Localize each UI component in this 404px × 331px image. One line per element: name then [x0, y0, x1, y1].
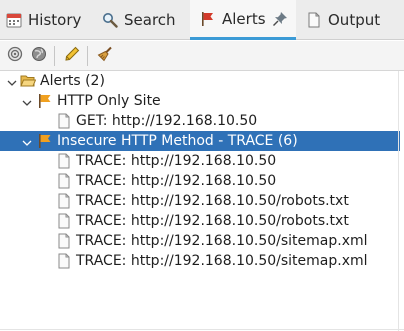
document-icon: [56, 233, 72, 249]
tree-node-instance[interactable]: GET: http://192.168.10.50: [0, 111, 400, 131]
chevron-down-icon[interactable]: [22, 136, 32, 146]
tree-node-instance[interactable]: TRACE: http://192.168.10.50: [0, 151, 400, 171]
tree-node-instance[interactable]: TRACE: http://192.168.10.50: [0, 171, 400, 191]
document-icon: [56, 213, 72, 229]
document-icon: [56, 153, 72, 169]
alert-flag-orange-icon: [37, 133, 53, 149]
globe-button[interactable]: [29, 46, 49, 66]
broom-icon: [97, 46, 113, 66]
document-icon: [56, 173, 72, 189]
tree-node-alert-selected[interactable]: Insecure HTTP Method - TRACE (6): [0, 131, 400, 151]
tab-alerts[interactable]: Alerts: [190, 0, 296, 40]
delete-alerts-button[interactable]: [95, 46, 115, 66]
tree-node-label: TRACE: http://192.168.10.50/robots.txt: [76, 193, 349, 209]
alerts-tree[interactable]: Alerts (2) HTTP Only Site GET: http://19…: [0, 71, 404, 331]
tree-node-instance[interactable]: TRACE: http://192.168.10.50/robots.txt: [0, 211, 400, 231]
tree-node-instance[interactable]: TRACE: http://192.168.10.50/sitemap.xml: [0, 231, 400, 251]
tab-search[interactable]: Search: [102, 0, 186, 40]
tree-node-label: TRACE: http://192.168.10.50/robots.txt: [76, 213, 349, 229]
tab-output[interactable]: Output: [306, 0, 396, 40]
tab-history[interactable]: History: [6, 0, 96, 40]
tree-node-label: TRACE: http://192.168.10.50: [76, 173, 277, 189]
alerts-panel: History Search Alerts Output Alerts (2) …: [0, 0, 404, 331]
filter-icon: [7, 46, 23, 66]
tree-node-label: HTTP Only Site: [57, 93, 161, 109]
alerts-toolbar: [0, 41, 404, 71]
tree-node-instance[interactable]: TRACE: http://192.168.10.50/robots.txt: [0, 191, 400, 211]
alert-flag-icon: [200, 11, 216, 27]
tree-node-alert[interactable]: HTTP Only Site: [0, 91, 400, 111]
search-icon: [102, 12, 118, 28]
tree-node-label: TRACE: http://192.168.10.50: [76, 153, 277, 169]
tab-output-label: Output: [328, 11, 381, 29]
history-icon: [6, 12, 22, 28]
tab-alerts-label: Alerts: [222, 9, 266, 28]
document-icon: [56, 253, 72, 269]
tab-history-label: History: [28, 11, 82, 29]
tree-node-label: Insecure HTTP Method - TRACE (6): [57, 133, 298, 149]
toolbar-separator: [54, 46, 55, 66]
edit-icon: [64, 46, 80, 66]
alert-flag-orange-icon: [37, 93, 53, 109]
tree-node-root[interactable]: Alerts (2): [0, 71, 400, 91]
tree-node-label: Alerts (2): [40, 73, 105, 89]
toolbar-separator: [87, 46, 88, 66]
panel-bottom-border: [0, 329, 404, 330]
tab-search-label: Search: [124, 11, 176, 29]
chevron-down-icon[interactable]: [22, 96, 32, 106]
chevron-down-icon[interactable]: [7, 76, 17, 86]
globe-icon: [31, 46, 47, 66]
tab-bar: History Search Alerts Output: [0, 0, 404, 40]
folder-open-icon: [20, 73, 37, 89]
tree-node-label: GET: http://192.168.10.50: [76, 113, 258, 129]
panel-divider: [398, 71, 399, 331]
edit-alert-button[interactable]: [62, 46, 82, 66]
tree-node-instance[interactable]: TRACE: http://192.168.10.50/sitemap.xml: [0, 251, 400, 271]
document-icon: [56, 193, 72, 209]
document-icon: [306, 12, 322, 28]
tree-node-label: TRACE: http://192.168.10.50/sitemap.xml: [76, 253, 368, 269]
document-icon: [56, 113, 72, 129]
filter-button[interactable]: [5, 46, 25, 66]
pin-icon[interactable]: [272, 11, 288, 27]
tree-node-label: TRACE: http://192.168.10.50/sitemap.xml: [76, 233, 368, 249]
